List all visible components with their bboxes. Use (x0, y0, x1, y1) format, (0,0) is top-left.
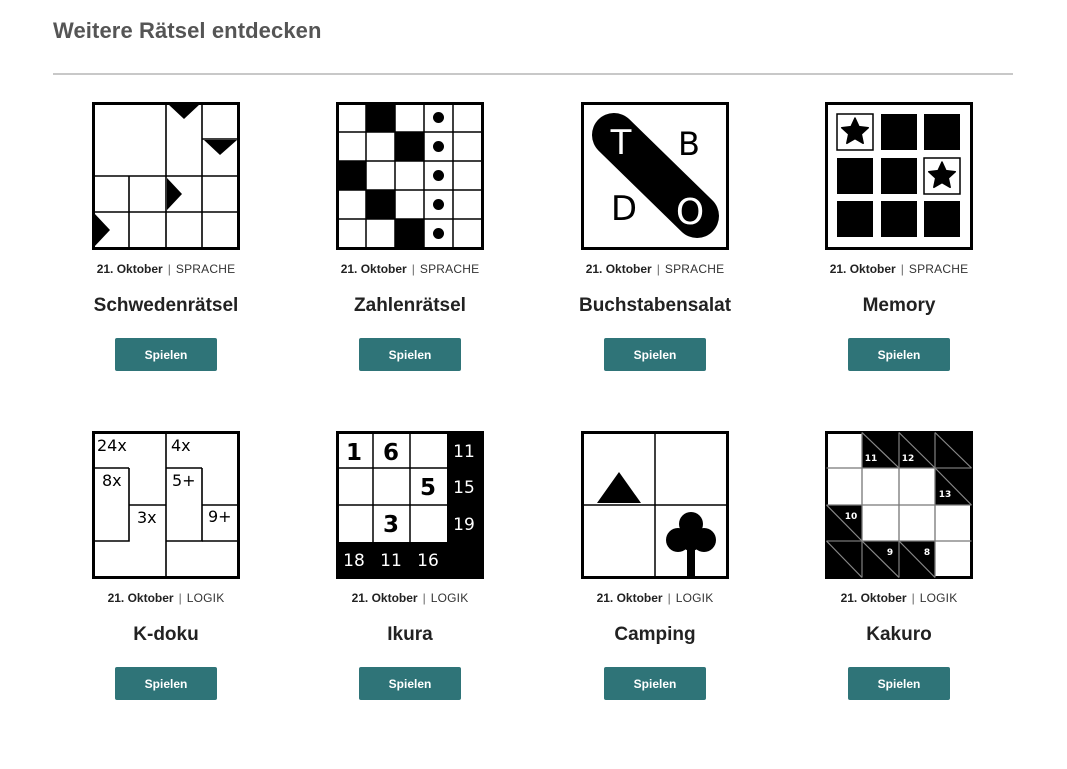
icon-label: 15 (453, 478, 475, 498)
icon-label: 8 (924, 548, 930, 558)
memory-icon[interactable] (825, 102, 973, 250)
icon-label: 1 (346, 440, 362, 466)
puzzle-category: LOGIK (186, 591, 225, 605)
play-button[interactable]: Spielen (359, 667, 461, 700)
puzzle-card-buchstabensalat: T B D O 21. Oktober | SPRACHE Buchstabensa… (555, 102, 755, 392)
ikura-icon[interactable]: 1 6 5 3 11 15 19 18 11 16 (336, 431, 484, 579)
puzzle-meta: 21. Oktober | SPRACHE (340, 262, 480, 276)
play-button[interactable]: Spielen (604, 338, 706, 371)
puzzle-category: LOGIK (675, 591, 714, 605)
puzzle-name[interactable]: Zahlenrätsel (310, 295, 510, 317)
icon-label: 11 (453, 442, 475, 462)
puzzle-card-kdoku: 24x 4x 8x 5+ 3x 9+ 21. Oktober | LOGIK K-d… (66, 431, 266, 721)
puzzle-card-zahlenraetsel: 21. Oktober | SPRACHE Zahlenrätsel Spielen (310, 102, 510, 392)
puzzle-name[interactable]: Buchstabensalat (555, 295, 755, 317)
icon-label: 6 (383, 440, 399, 466)
icon-label: 11 (380, 551, 402, 571)
puzzle-date: 21. Oktober (96, 262, 163, 276)
puzzle-category: SPRACHE (419, 262, 480, 276)
kakuro-icon[interactable]: 11 12 13 10 9 8 (825, 431, 973, 579)
puzzle-date: 21. Oktober (585, 262, 652, 276)
icon-letter: B (678, 125, 700, 163)
icon-label: 18 (343, 551, 365, 571)
play-button[interactable]: Spielen (848, 338, 950, 371)
icon-label: 24x (97, 436, 127, 455)
buchstabensalat-icon[interactable]: T B D O (581, 102, 729, 250)
kdoku-icon[interactable]: 24x 4x 8x 5+ 3x 9+ (92, 431, 240, 579)
puzzle-card-schwedenraetsel: 21. Oktober | SPRACHE Schwedenrätsel Spiel… (66, 102, 266, 392)
icon-label: 4x (171, 436, 191, 455)
puzzle-category: SPRACHE (175, 262, 236, 276)
play-button[interactable]: Spielen (604, 667, 706, 700)
icon-label: 11 (865, 454, 878, 464)
puzzle-date: 21. Oktober (107, 591, 174, 605)
puzzle-date: 21. Oktober (340, 262, 407, 276)
puzzle-name[interactable]: K-doku (66, 624, 266, 646)
puzzle-meta: 21. Oktober | LOGIK (596, 591, 714, 605)
play-button[interactable]: Spielen (115, 667, 217, 700)
puzzle-card-ikura: 1 6 5 3 11 15 19 18 11 16 21. Oktober | LO… (310, 431, 510, 721)
icon-label: 10 (845, 512, 858, 522)
puzzle-name[interactable]: Camping (555, 624, 755, 646)
play-button[interactable]: Spielen (848, 667, 950, 700)
puzzle-card-memory: 21. Oktober | SPRACHE Memory Spielen (799, 102, 999, 392)
puzzle-category: LOGIK (919, 591, 958, 605)
puzzle-meta: 21. Oktober | SPRACHE (96, 262, 236, 276)
schwedenraetsel-icon[interactable] (92, 102, 240, 250)
puzzle-meta: 21. Oktober | LOGIK (840, 591, 958, 605)
puzzle-card-camping: 21. Oktober | LOGIK Camping Spielen (555, 431, 755, 721)
zahlenraetsel-icon[interactable] (336, 102, 484, 250)
puzzle-meta: 21. Oktober | SPRACHE (829, 262, 969, 276)
puzzle-category: LOGIK (430, 591, 469, 605)
puzzle-name[interactable]: Memory (799, 295, 999, 317)
icon-label: 3 (383, 512, 399, 538)
puzzle-meta: 21. Oktober | LOGIK (107, 591, 225, 605)
icon-label: 13 (939, 490, 952, 500)
camping-icon[interactable] (581, 431, 729, 579)
puzzle-name[interactable]: Ikura (310, 624, 510, 646)
icon-letter: O (676, 192, 704, 233)
puzzle-grid: 21. Oktober | SPRACHE Schwedenrätsel Spiel… (0, 0, 1067, 769)
icon-letter: D (611, 189, 637, 229)
icon-label: 5+ (172, 471, 196, 490)
puzzle-name[interactable]: Kakuro (799, 624, 999, 646)
icon-label: 9 (887, 548, 893, 558)
play-button[interactable]: Spielen (115, 338, 217, 371)
puzzle-meta: 21. Oktober | LOGIK (351, 591, 469, 605)
puzzle-meta: 21. Oktober | SPRACHE (585, 262, 725, 276)
puzzle-date: 21. Oktober (829, 262, 896, 276)
puzzle-category: SPRACHE (908, 262, 969, 276)
puzzle-category: SPRACHE (664, 262, 725, 276)
play-button[interactable]: Spielen (359, 338, 461, 371)
icon-label: 19 (453, 515, 475, 535)
icon-label: 16 (417, 551, 439, 571)
puzzle-date: 21. Oktober (596, 591, 663, 605)
puzzle-date: 21. Oktober (840, 591, 907, 605)
icon-label: 12 (902, 454, 915, 464)
icon-label: 9+ (208, 507, 232, 526)
icon-letter: T (610, 123, 632, 163)
puzzle-date: 21. Oktober (351, 591, 418, 605)
icon-label: 8x (102, 471, 122, 490)
icon-label: 5 (420, 475, 436, 501)
puzzle-card-kakuro: 11 12 13 10 9 8 21. Oktober | LOGIK Kakuro… (799, 431, 999, 721)
puzzle-name[interactable]: Schwedenrätsel (66, 295, 266, 317)
icon-label: 3x (137, 508, 157, 527)
